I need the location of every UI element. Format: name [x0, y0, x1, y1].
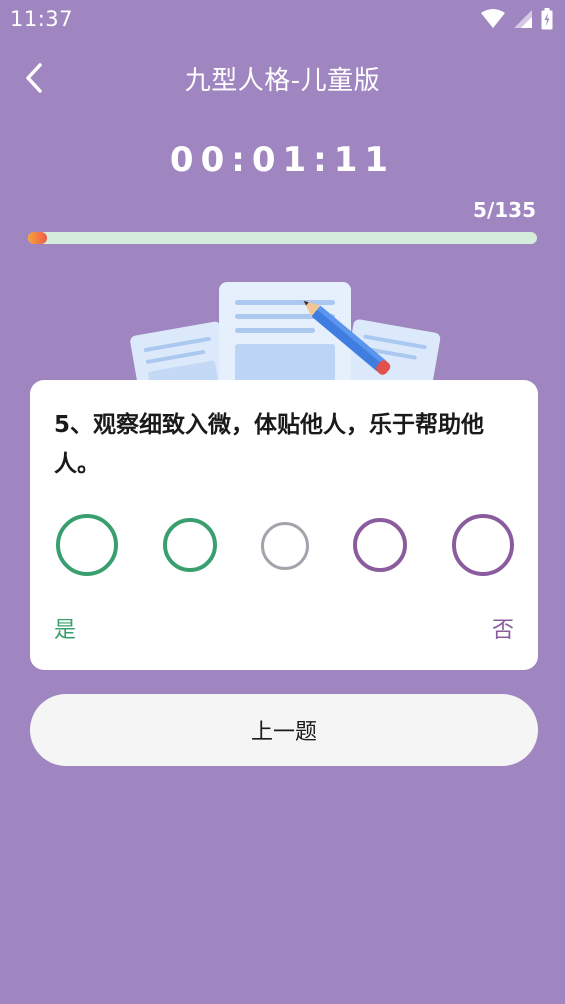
- answer-option-2[interactable]: [163, 518, 217, 572]
- documents-illustration: [130, 282, 441, 388]
- page-title: 九型人格-儿童版: [184, 65, 381, 96]
- answer-option-3[interactable]: [261, 522, 309, 570]
- status-bar: 11:37: [0, 0, 565, 38]
- answer-option-1[interactable]: [56, 514, 118, 576]
- progress-count: 5/135: [473, 198, 536, 222]
- scale-label-no: 否: [491, 618, 514, 643]
- battery-icon: [541, 8, 553, 30]
- previous-question-button[interactable]: 上一题: [30, 694, 538, 766]
- status-time: 11:37: [10, 7, 74, 31]
- quiz-page: 11:37 九型人格-儿童版 00:01:11 5/135 5、观察细致入微，体…: [0, 0, 565, 1004]
- back-button[interactable]: [14, 56, 54, 100]
- header: 九型人格-儿童版: [0, 50, 565, 106]
- chevron-left-icon: [26, 63, 42, 93]
- status-icons: [481, 8, 553, 30]
- answer-option-5[interactable]: [452, 514, 514, 576]
- wifi-icon: [481, 9, 505, 28]
- answer-scale: [30, 380, 538, 670]
- answer-option-4[interactable]: [353, 518, 407, 572]
- elapsed-timer: 00:01:11: [169, 140, 396, 180]
- question-card: 5、观察细致入微，体贴他人，乐于帮助他人。 是 否: [30, 380, 538, 670]
- signal-icon: [514, 10, 532, 28]
- progress-fill: [28, 232, 47, 244]
- progress-bar: [28, 232, 537, 244]
- scale-label-yes: 是: [54, 618, 77, 643]
